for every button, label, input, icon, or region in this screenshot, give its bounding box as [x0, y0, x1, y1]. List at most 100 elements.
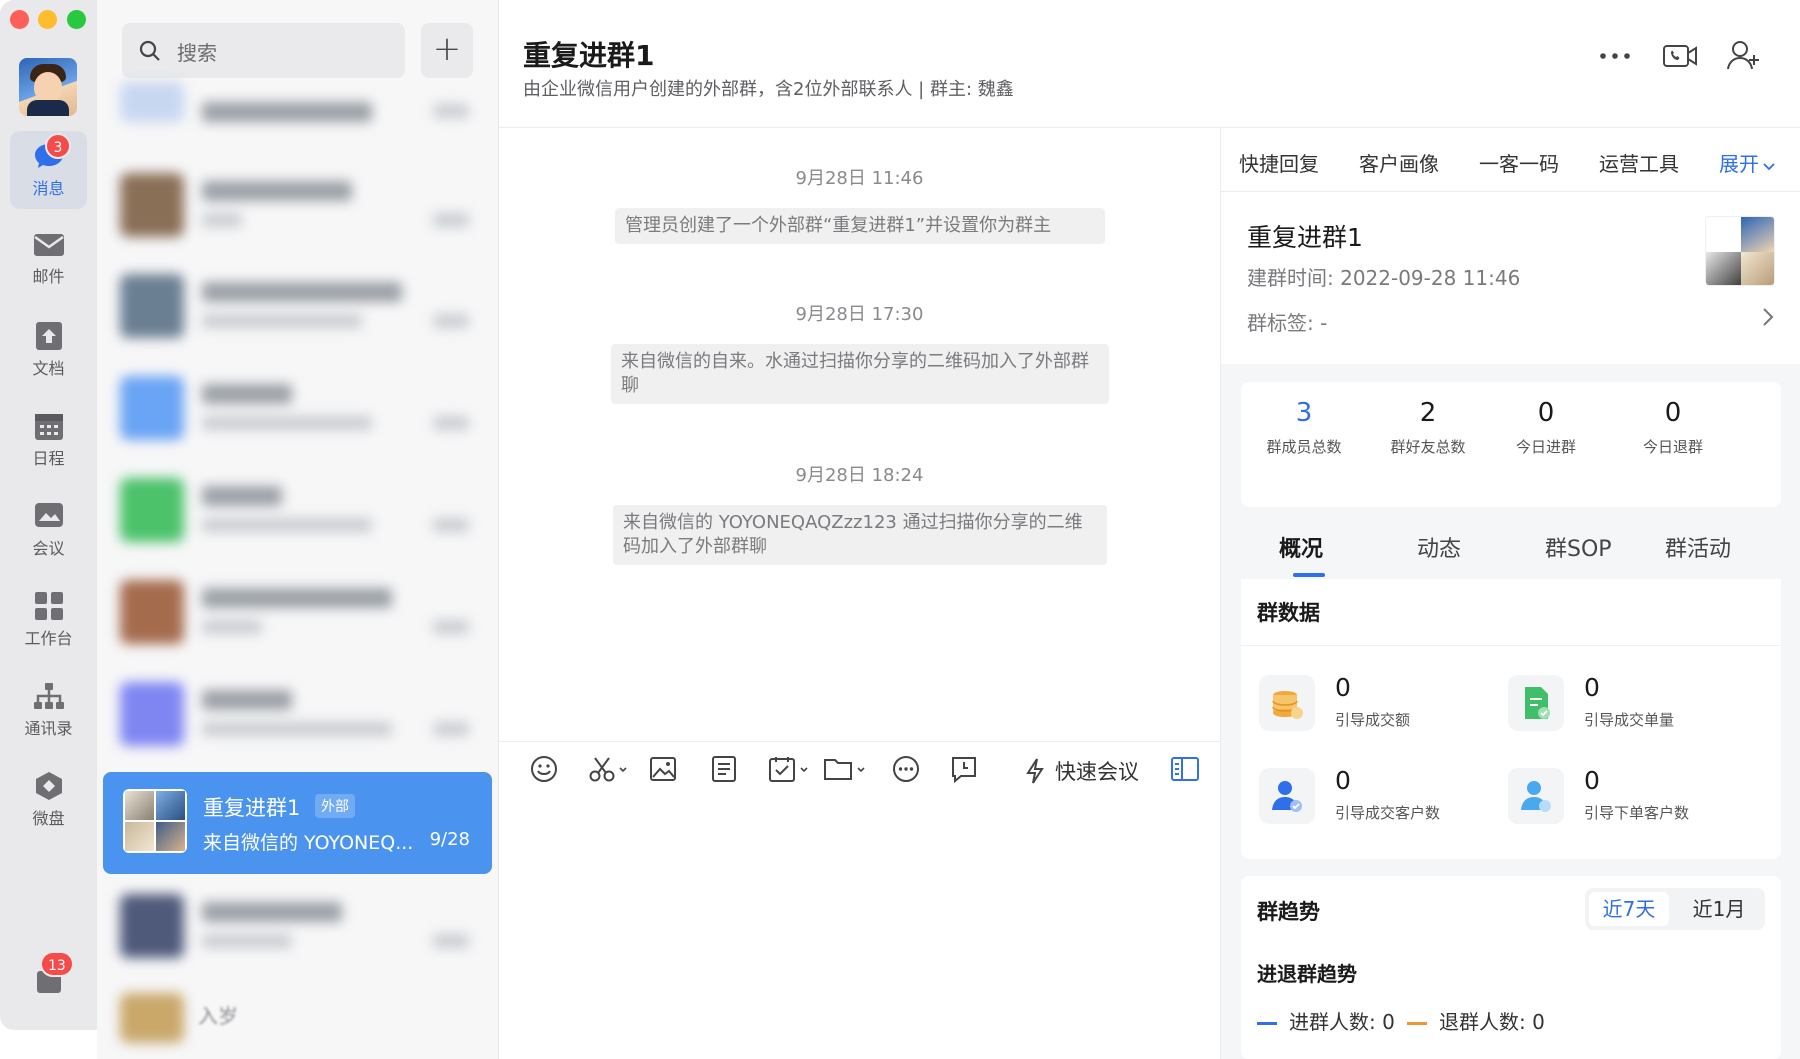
- list-item[interactable]: [120, 266, 475, 346]
- customer-check-icon: [1272, 781, 1302, 812]
- tab-one-customer-code[interactable]: 一客一码: [1479, 148, 1559, 177]
- nav-item-docs[interactable]: 文档: [10, 311, 87, 389]
- list-item[interactable]: [120, 82, 475, 142]
- customer-order-icon: [1521, 781, 1551, 812]
- metric-deal-amount: 0 引导成交额: [1259, 671, 1509, 741]
- list-item[interactable]: [120, 886, 475, 966]
- tab-customer-profile[interactable]: 客户画像: [1359, 148, 1439, 177]
- search-input[interactable]: 搜索: [122, 23, 405, 78]
- group-trend-title: 群趋势: [1257, 900, 1320, 924]
- legend-left: 退群人数: 0: [1407, 1006, 1545, 1035]
- system-message: 来自微信的自来。水通过扫描你分享的二维码加入了外部群聊: [611, 344, 1109, 404]
- expand-button[interactable]: 展开: [1719, 148, 1775, 177]
- nav-item-calendar[interactable]: 日程: [10, 401, 87, 479]
- document-icon: [35, 322, 62, 350]
- window-minimize-button[interactable]: [38, 10, 57, 29]
- message-timestamp: 9月28日 11:46: [795, 168, 924, 189]
- unread-badge: 3: [45, 133, 71, 159]
- nav-label-messages: 消息: [32, 179, 65, 198]
- window-zoom-button[interactable]: [67, 10, 86, 29]
- conversation-date: 9/28: [429, 829, 470, 850]
- tab-group-sop[interactable]: 群SOP: [1545, 531, 1612, 563]
- group-avatar: [123, 789, 187, 853]
- group-tag[interactable]: 群标签: -: [1247, 307, 1327, 336]
- emoji-icon[interactable]: [529, 754, 559, 784]
- group-data-title: 群数据: [1257, 601, 1320, 625]
- nav-label-drive: 微盘: [32, 809, 65, 828]
- expand-label: 展开: [1719, 152, 1759, 176]
- lightning-icon: [1026, 758, 1044, 784]
- screenshot-scissors-icon[interactable]: [587, 754, 629, 784]
- meeting-icon: [34, 503, 63, 527]
- list-item[interactable]: [120, 368, 475, 448]
- list-item-partial-title: 入岁: [198, 1004, 238, 1028]
- chat-title: 重复进群1: [523, 39, 655, 72]
- stat-friends: 2 群好友总数: [1390, 398, 1466, 456]
- metric-deal-orders: 0 引导成交单量: [1508, 671, 1758, 741]
- message-area[interactable]: 9月28日 11:46 管理员创建了一个外部群“重复进群1”并设置你为群主 9月…: [499, 128, 1220, 740]
- chat-history-icon[interactable]: [949, 754, 979, 784]
- video-call-icon[interactable]: [1662, 42, 1698, 70]
- tab-quick-reply[interactable]: 快捷回复: [1239, 148, 1319, 177]
- group-data-card: 群数据 0 引导成交额 0 引导成交单量 0 引导成交客户数 0 引导下单客户数: [1241, 579, 1781, 859]
- workbench-icon: [34, 592, 63, 620]
- legend-joined: 进群人数: 0: [1257, 1006, 1395, 1035]
- group-avatar: [1705, 216, 1775, 286]
- more-icon[interactable]: [1599, 46, 1631, 66]
- more-tools-icon[interactable]: [891, 754, 921, 784]
- stat-members: 3 群成员总数: [1266, 398, 1342, 456]
- list-item[interactable]: [120, 985, 475, 1045]
- nav-label-contacts: 通讯录: [24, 719, 73, 738]
- nav-item-apps[interactable]: 13: [10, 951, 87, 1015]
- list-item[interactable]: [120, 674, 475, 754]
- range-1-month-button[interactable]: 近1月: [1679, 892, 1759, 926]
- window-close-button[interactable]: [10, 10, 29, 29]
- chevron-right-icon[interactable]: [1761, 306, 1775, 328]
- system-message: 管理员创建了一个外部群“重复进群1”并设置你为群主: [615, 208, 1105, 244]
- group-trend-card: 群趋势 近7天 近1月 进退群趋势 进群人数: 0 退群人数: 0: [1241, 876, 1781, 1059]
- external-tag: 外部: [315, 794, 355, 818]
- tab-overview[interactable]: 概况: [1279, 531, 1323, 563]
- notification-badge: 13: [40, 951, 74, 977]
- chat-header: 重复进群1 由企业微信用户创建的外部群，含2位外部联系人 | 群主: 魏鑫: [499, 0, 1800, 128]
- nav-item-contacts[interactable]: 通讯录: [10, 671, 87, 749]
- group-info-card: 重复进群1 建群时间: 2022-09-28 11:46 群标签: -: [1221, 192, 1800, 364]
- nav-item-meeting[interactable]: 会议: [10, 491, 87, 569]
- add-member-icon[interactable]: [1726, 38, 1762, 72]
- group-stats: 3 群成员总数 2 群好友总数 0 今日进群 0 今日退群: [1241, 382, 1781, 507]
- active-tab-indicator: [1293, 573, 1325, 577]
- tab-operation-tools[interactable]: 运营工具: [1599, 148, 1679, 177]
- join-leave-trend-title: 进退群趋势: [1257, 962, 1357, 986]
- list-item[interactable]: [120, 165, 475, 245]
- mail-icon: [33, 234, 64, 256]
- image-icon[interactable]: [648, 754, 678, 784]
- stat-joined-today: 0 今日进群: [1515, 398, 1576, 456]
- note-icon[interactable]: [709, 754, 739, 784]
- nav-item-drive[interactable]: 微盘: [10, 761, 87, 839]
- coins-icon: [1272, 691, 1303, 719]
- drive-icon: [35, 772, 62, 800]
- task-icon[interactable]: [767, 754, 811, 784]
- conversation-title: 重复进群1: [203, 796, 301, 820]
- chevron-down-icon: [1763, 163, 1775, 171]
- tab-group-events[interactable]: 群活动: [1665, 531, 1731, 563]
- list-item[interactable]: [120, 572, 475, 652]
- quick-meeting-button[interactable]: 快速会议: [1055, 756, 1139, 786]
- nav-item-messages[interactable]: 消息 3: [10, 131, 87, 209]
- chat-subtitle: 由企业微信用户创建的外部群，含2位外部联系人 | 群主: 魏鑫: [523, 79, 1014, 100]
- range-7-days-button[interactable]: 近7天: [1589, 892, 1669, 926]
- nav-label-mail: 邮件: [32, 267, 65, 286]
- nav-item-workbench[interactable]: 工作台: [10, 581, 87, 659]
- user-avatar[interactable]: [19, 58, 77, 116]
- add-button[interactable]: +: [421, 23, 473, 78]
- folder-icon[interactable]: [822, 754, 868, 784]
- tab-activity[interactable]: 动态: [1417, 531, 1461, 563]
- group-created-time: 建群时间: 2022-09-28 11:46: [1247, 266, 1521, 290]
- input-toolbar: 快速会议: [499, 741, 1220, 803]
- list-item[interactable]: [120, 470, 475, 550]
- group-name: 重复进群1: [1247, 223, 1363, 252]
- system-message: 来自微信的 YOYONEQAQZzz123 通过扫描你分享的二维码加入了外部群聊: [613, 505, 1107, 565]
- nav-item-mail[interactable]: 邮件: [10, 221, 87, 299]
- sidebar-toggle-icon[interactable]: [1169, 754, 1201, 784]
- conversation-item-active[interactable]: 重复进群1 外部 来自微信的 YOYONEQ... 9/28: [103, 772, 492, 874]
